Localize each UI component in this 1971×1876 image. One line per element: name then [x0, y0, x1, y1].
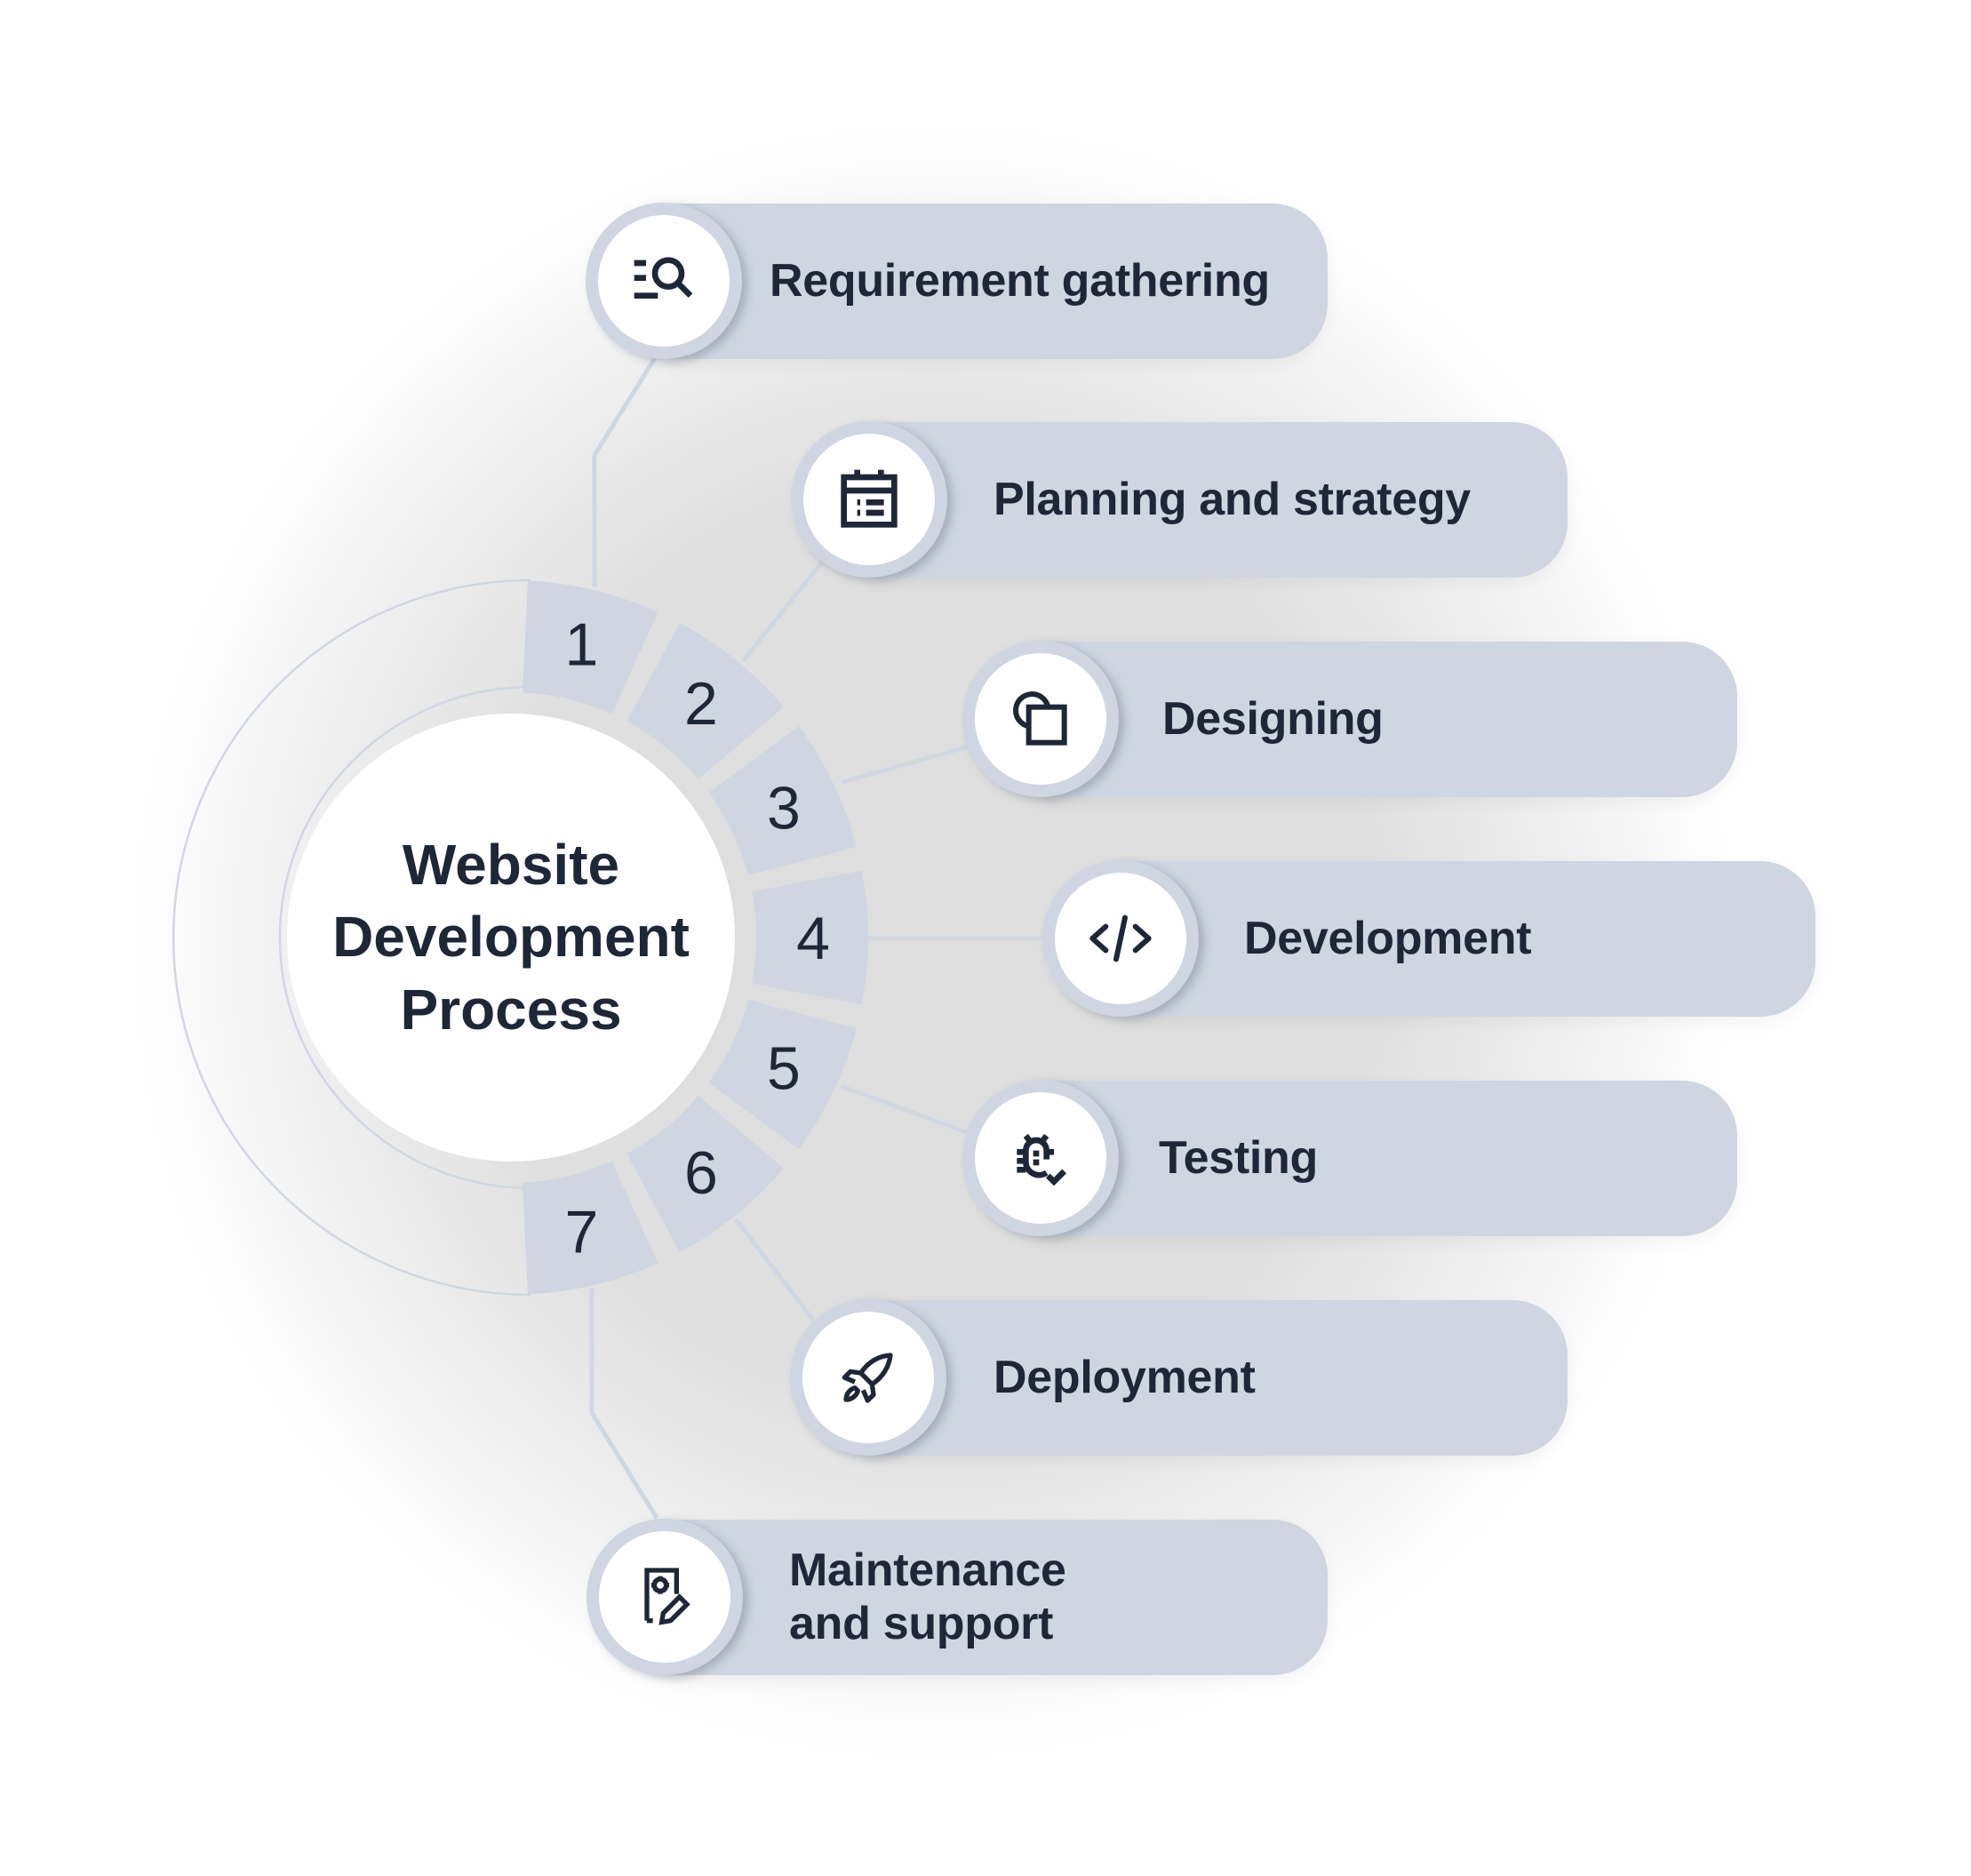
calendar-list-icon — [841, 469, 898, 528]
step-label: Deployment — [993, 1351, 1256, 1403]
center-title-line: Website — [402, 833, 620, 898]
code-icon — [1089, 914, 1152, 962]
connector-line — [589, 1289, 659, 1520]
step-label: Development — [1244, 912, 1532, 964]
step-icon-badge — [587, 1519, 743, 1675]
segment-number: 7 — [564, 1199, 598, 1266]
center-title-line: Development — [332, 905, 690, 970]
center-title: Website Development Process — [289, 715, 733, 1160]
step-icon-badge — [790, 1299, 946, 1456]
step-label: Maintenance and support — [789, 1544, 1066, 1649]
connector-line — [840, 1083, 970, 1136]
segment-number: 4 — [796, 905, 830, 972]
step-label: Requirement gathering — [770, 254, 1270, 307]
step-icon-badge — [586, 203, 742, 359]
segment-number: 3 — [767, 775, 801, 842]
segment-number: 1 — [564, 611, 598, 678]
document-gear-edit-icon — [644, 1568, 690, 1625]
step-icon-badge — [962, 1080, 1119, 1236]
connector-line — [741, 558, 826, 663]
step-icon-badge — [791, 421, 947, 578]
segment-number: 5 — [767, 1034, 801, 1102]
rocket-icon — [842, 1353, 893, 1403]
bug-check-icon — [1017, 1134, 1067, 1186]
step-label: Designing — [1162, 692, 1384, 745]
shapes-icon — [1013, 691, 1067, 746]
connector-line — [842, 744, 970, 785]
step-icon-badge — [962, 641, 1119, 797]
step-label: Planning and strategy — [993, 473, 1471, 525]
step-icon-badge — [1042, 860, 1199, 1017]
center-title-line: Process — [400, 977, 622, 1042]
connector-line — [734, 1217, 815, 1321]
step-label: Testing — [1159, 1131, 1318, 1184]
step-pill — [1041, 642, 1737, 797]
step-pill — [1041, 1081, 1737, 1236]
list-search-icon — [634, 257, 693, 299]
connector-line — [592, 356, 658, 587]
